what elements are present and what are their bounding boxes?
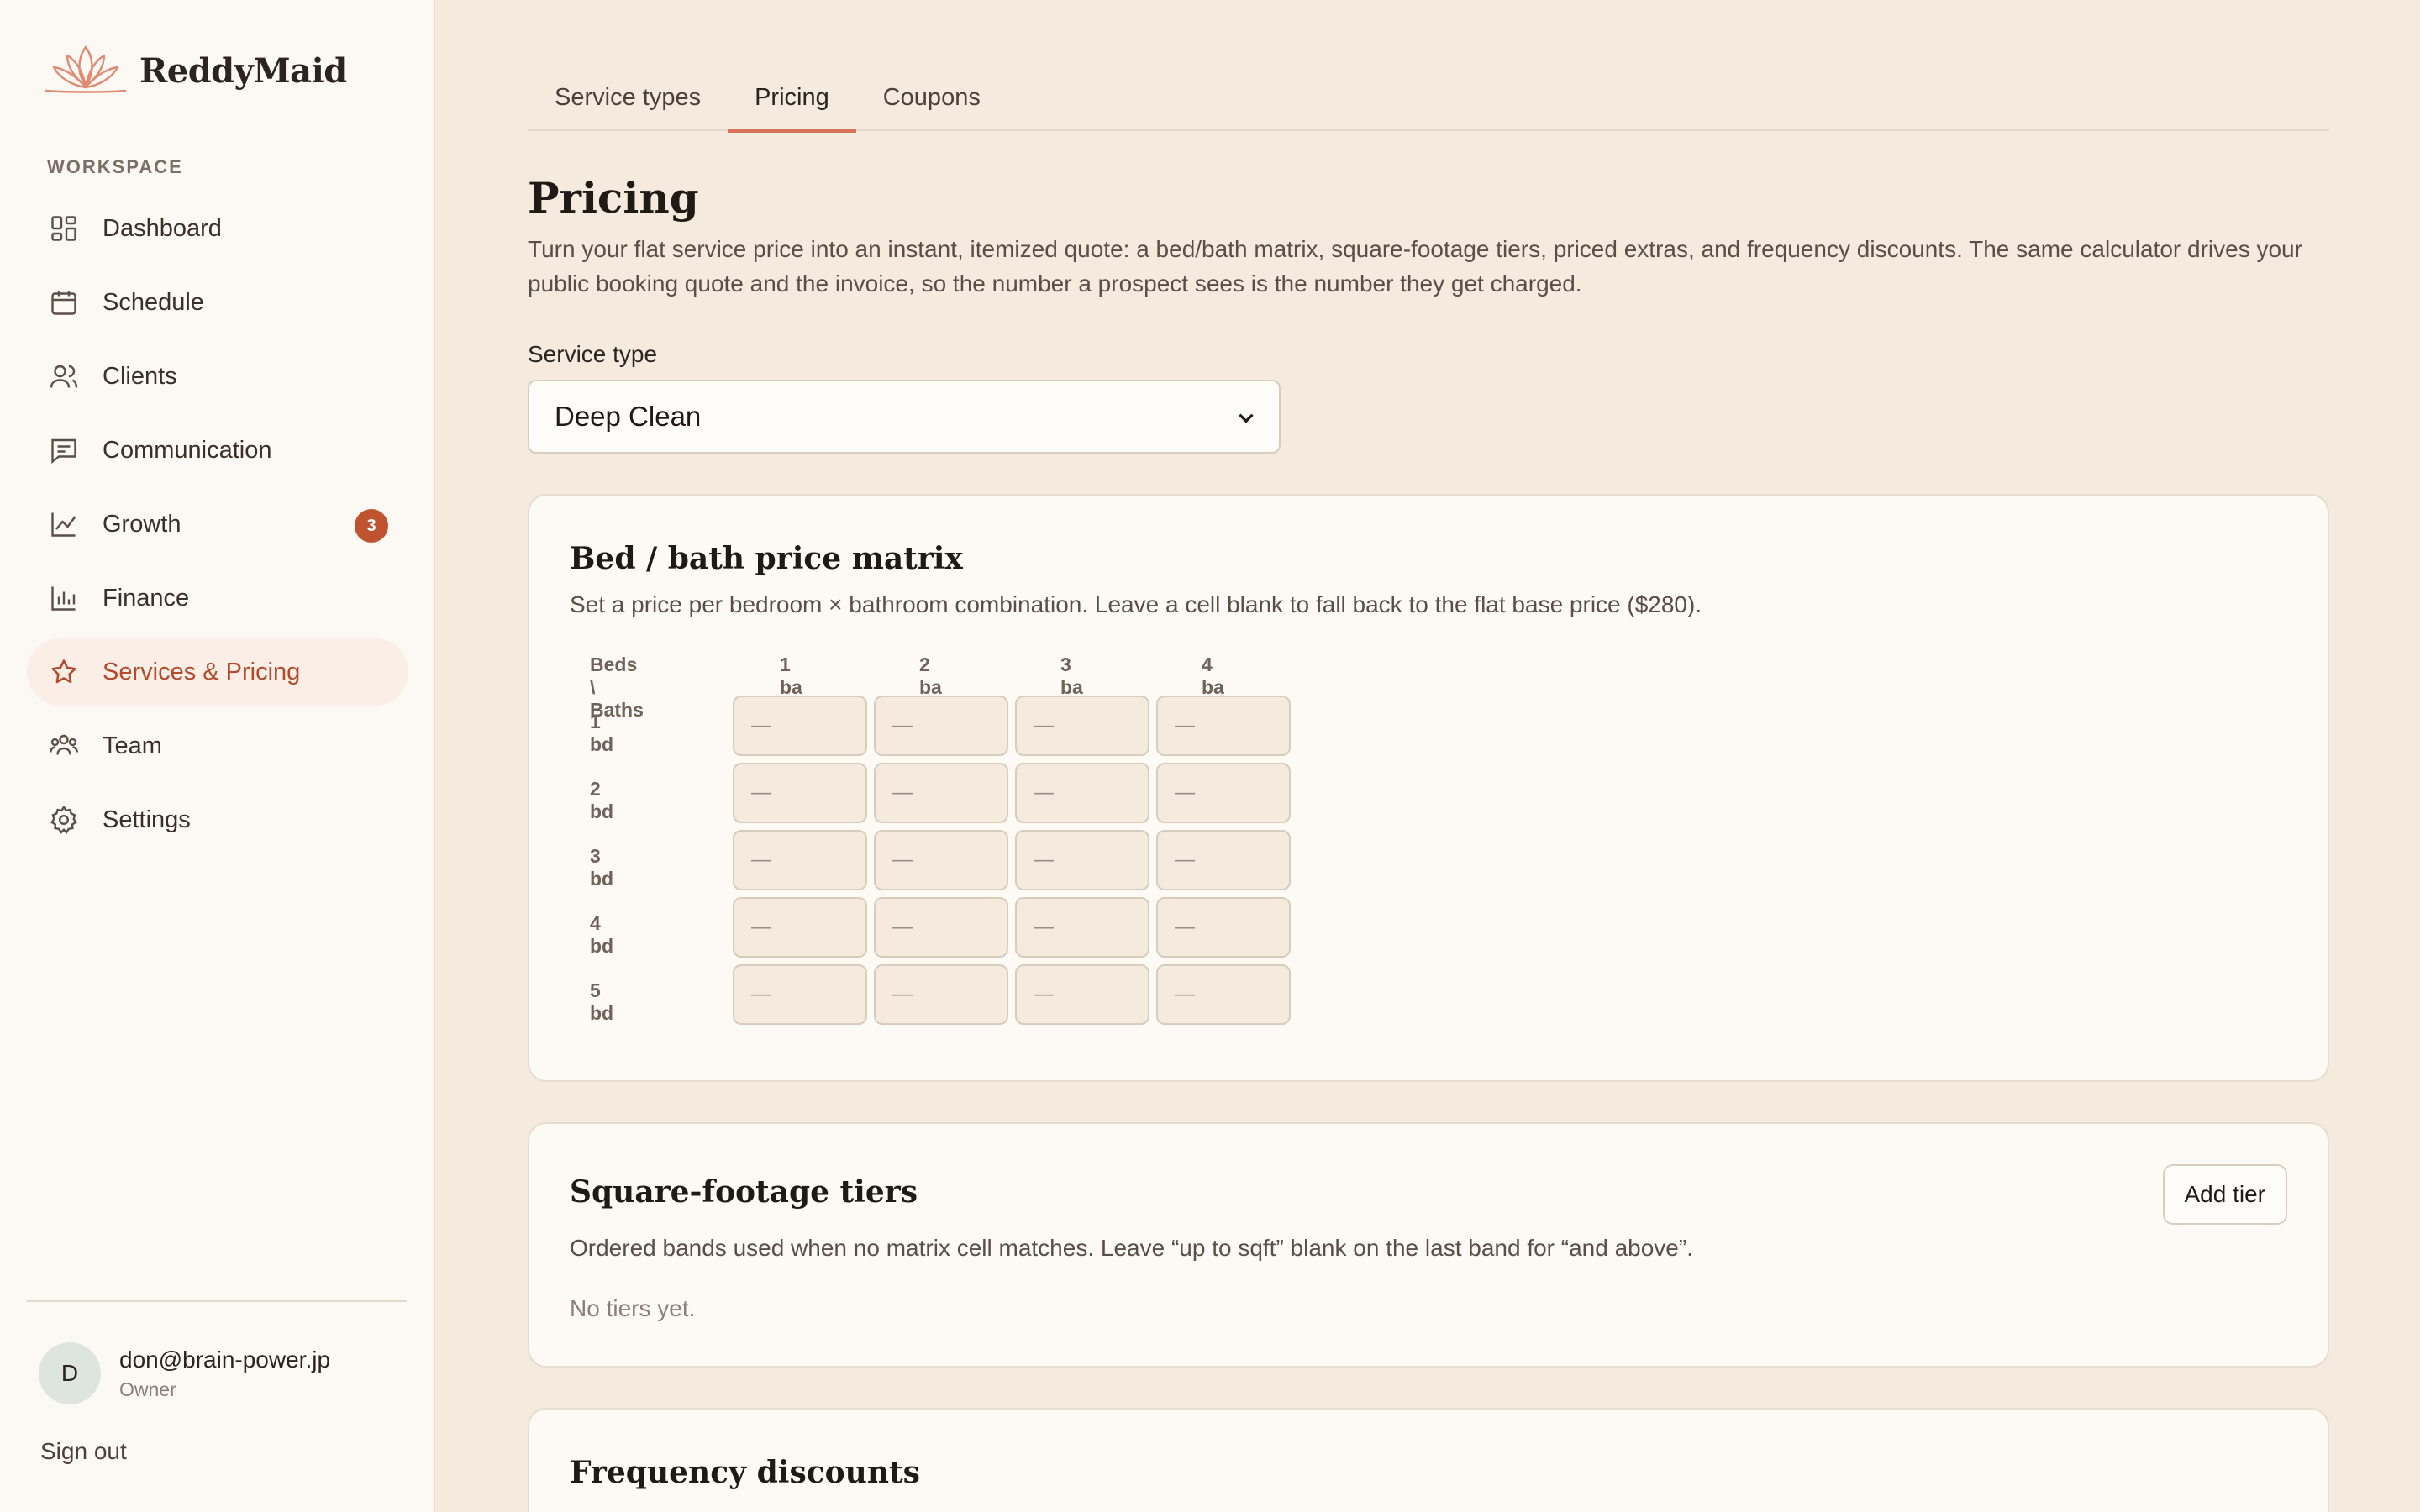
chart-line-icon [47, 507, 81, 541]
tab-service-types[interactable]: Service types [528, 67, 728, 131]
users-icon [47, 360, 81, 393]
sqft-title: Square-footage tiers [570, 1174, 918, 1210]
sidebar-item-label: Growth [103, 510, 182, 538]
matrix-cell-input[interactable]: — [1156, 696, 1291, 756]
tab-coupons[interactable]: Coupons [856, 67, 1007, 131]
gear-icon [47, 803, 81, 837]
matrix-title: Bed / bath price matrix [570, 541, 963, 576]
matrix-cell-input[interactable]: — [1015, 830, 1150, 890]
bar-chart-icon [47, 581, 81, 615]
frequency-discounts-card: Frequency discounts [528, 1408, 2329, 1512]
page-description: Turn your flat service price into an ins… [528, 236, 2302, 297]
matrix-cell-input[interactable]: — [1015, 964, 1150, 1025]
brand-name: ReddyMaid [139, 50, 347, 91]
tab-pricing[interactable]: Pricing [728, 67, 856, 133]
main-content: Service types Pricing Coupons Pricing Tu… [435, 0, 2420, 1512]
matrix-cell-input[interactable]: — [733, 897, 867, 958]
sqft-description: Ordered bands used when no matrix cell m… [570, 1235, 1693, 1261]
matrix-cell-input[interactable]: — [1015, 696, 1150, 756]
user-profile[interactable]: D don@brain-power.jp Owner [39, 1342, 330, 1404]
matrix-column-header: 1 ba [780, 654, 802, 698]
sidebar-item-finance[interactable]: Finance [27, 564, 408, 632]
matrix-row-label: 4 bd [590, 912, 614, 957]
frequency-title: Frequency discounts [570, 1455, 920, 1490]
matrix-column-header: 2 ba [919, 654, 942, 698]
team-icon [47, 729, 81, 763]
sidebar-item-services-pricing[interactable]: Services & Pricing [27, 638, 408, 706]
matrix-row-label: 3 bd [590, 845, 614, 890]
sidebar-item-label: Schedule [103, 288, 204, 316]
sidebar-item-dashboard[interactable]: Dashboard [27, 195, 408, 262]
sidebar-item-label: Team [103, 732, 162, 759]
user-email: don@brain-power.jp [119, 1346, 331, 1373]
sidebar-item-team[interactable]: Team [27, 712, 408, 780]
dashboard-icon [47, 212, 81, 245]
sidebar-nav: Dashboard Schedule Clients Communication [27, 195, 408, 860]
notification-badge: 3 [355, 509, 388, 543]
avatar: D [39, 1342, 101, 1404]
brand-logo[interactable]: ReddyMaid [39, 37, 347, 104]
sidebar-item-communication[interactable]: Communication [27, 417, 408, 484]
sidebar-item-settings[interactable]: Settings [27, 786, 408, 853]
matrix-column-header: 4 ba [1202, 654, 1224, 698]
matrix-row-label: 2 bd [590, 778, 614, 822]
user-role: Owner [119, 1378, 176, 1400]
matrix-row-label: 5 bd [590, 979, 614, 1024]
matrix-description: Set a price per bedroom × bathroom combi… [570, 591, 1702, 617]
sidebar: ReddyMaid WORKSPACE Dashboard Schedule C… [0, 0, 435, 1512]
star-icon [47, 655, 81, 689]
sidebar-item-label: Communication [103, 436, 272, 464]
matrix-cell-input[interactable]: — [874, 763, 1008, 823]
matrix-cell-input[interactable]: — [1156, 897, 1291, 958]
service-type-value: Deep Clean [555, 401, 702, 432]
matrix-cell-input[interactable]: — [1156, 763, 1291, 823]
sidebar-item-label: Settings [103, 806, 191, 833]
sidebar-item-clients[interactable]: Clients [27, 343, 408, 410]
service-type-select[interactable]: Deep Clean [528, 380, 1281, 454]
calendar-icon [47, 286, 81, 319]
matrix-cell-input[interactable]: — [733, 830, 867, 890]
matrix-cell-input[interactable]: — [1156, 830, 1291, 890]
bed-bath-matrix-card: Bed / bath price matrix Set a price per … [528, 494, 2329, 1082]
matrix-cell-input[interactable]: — [1015, 897, 1150, 958]
matrix-cell-input[interactable]: — [1156, 964, 1291, 1025]
sidebar-divider [27, 1300, 407, 1302]
message-icon [47, 433, 81, 467]
tab-bar: Service types Pricing Coupons [528, 67, 2329, 133]
matrix-row-label: 1 bd [590, 711, 614, 755]
service-type-label: Service type [528, 341, 658, 367]
sidebar-item-label: Dashboard [103, 214, 222, 242]
sidebar-item-label: Finance [103, 584, 190, 612]
workspace-label: WORKSPACE [47, 156, 183, 177]
sidebar-item-growth[interactable]: Growth 3 [27, 491, 408, 558]
sidebar-item-label: Services & Pricing [103, 658, 301, 685]
matrix-column-header: 3 ba [1060, 654, 1083, 698]
matrix-cell-input[interactable]: — [733, 696, 867, 756]
sqft-tiers-card: Square-footage tiers Add tier Ordered ba… [528, 1122, 2329, 1368]
matrix-cell-input[interactable]: — [733, 964, 867, 1025]
matrix-cell-input[interactable]: — [874, 897, 1008, 958]
matrix-cell-input[interactable]: — [874, 830, 1008, 890]
add-tier-button[interactable]: Add tier [2162, 1164, 2287, 1225]
matrix-cell-input[interactable]: — [1015, 763, 1150, 823]
page-title: Pricing [528, 173, 699, 223]
lotus-icon [45, 45, 127, 93]
sqft-empty-state: No tiers yet. [570, 1295, 696, 1321]
matrix-cell-input[interactable]: — [733, 763, 867, 823]
sidebar-item-schedule[interactable]: Schedule [27, 269, 408, 336]
matrix-cell-input[interactable]: — [874, 696, 1008, 756]
sidebar-item-label: Clients [103, 362, 177, 390]
sign-out-link[interactable]: Sign out [40, 1438, 127, 1465]
matrix-cell-input[interactable]: — [874, 964, 1008, 1025]
chevron-down-icon [1239, 413, 1254, 423]
